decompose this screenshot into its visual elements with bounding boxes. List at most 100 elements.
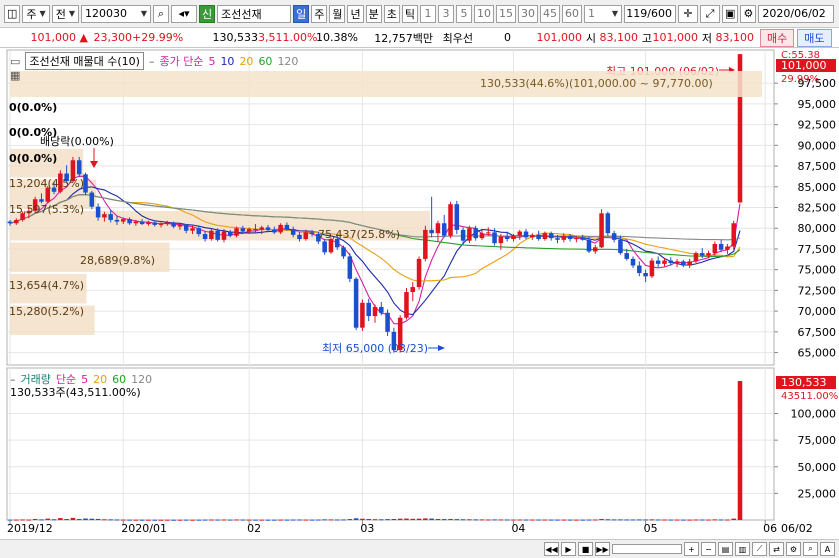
candle-body [548,233,554,239]
volume-bar [523,519,529,521]
search-icon[interactable]: ⌕ [803,542,818,556]
sound-icon[interactable]: ◂▾ [170,4,197,23]
volume-tick-label: 25,000 [798,487,837,500]
scroll-last-icon[interactable]: ▶▶ [595,542,610,556]
candle-body [718,243,724,250]
candle-body [580,238,585,240]
volume-bar [303,519,309,521]
price-legend-name[interactable]: 조선선재 매물대 수(10) [25,52,144,70]
count-select[interactable]: 1 ▼ [583,4,622,23]
volume-bar [196,519,202,521]
bar-chart-icon[interactable]: ▥ [735,542,750,556]
period-tick-button[interactable]: 틱 [401,4,418,23]
chart-kind-select[interactable]: 주 ▼ [22,4,50,23]
candle-body [114,219,120,222]
legend-remove-icon[interactable]: – [149,55,155,68]
volume-bar [316,519,321,521]
minute-step-60[interactable]: 60 [561,4,582,23]
search-icon[interactable]: ⌕ [152,4,169,23]
chevron-down-icon: ▼ [140,9,147,18]
period-month-button[interactable]: 월 [329,4,346,23]
date-input[interactable]: 2020/06/02 [758,4,835,23]
candle-body [347,256,353,279]
candle-body [121,219,126,222]
volume-bar [146,519,151,521]
stock-chart[interactable]: 97,50095,00092,50090,00087,50085,00082,5… [0,49,839,539]
buy-button[interactable]: 매수 [760,28,795,47]
chart-type-icon[interactable]: ◫ [4,4,21,23]
pct-tag: 29.99% [781,74,819,85]
candle-body [246,229,252,232]
vp-label: 0(0.0%) [9,101,57,114]
period-year-button[interactable]: 년 [347,4,364,23]
period-minute-button[interactable]: 분 [365,4,382,23]
candle-body [630,258,636,266]
candle-body [460,229,466,241]
candle-body [561,235,567,240]
price-tick-label: 72,500 [798,284,837,297]
volume-bar [284,519,290,521]
period-day-button[interactable]: 일 [293,4,310,23]
minute-step-45[interactable]: 45 [539,4,560,23]
volume-bar [467,519,472,521]
volume-bar [479,519,485,521]
scroll-first-icon[interactable]: ◀◀ [544,542,559,556]
x-axis-right-label: 06/02 [781,522,813,535]
period-week-button[interactable]: 주 [311,4,328,23]
volume-bar [536,519,541,521]
volume-bar [45,518,51,520]
grid-icon[interactable]: ▦ [10,69,20,82]
zoom-out-icon[interactable]: − [701,542,716,556]
low-annotation: 최저 65,000 (03/23) [322,342,428,355]
volume-bar [209,519,214,521]
change-pct: +29.99% [132,31,184,44]
minute-step-30[interactable]: 30 [517,4,538,23]
zoom-in-icon[interactable]: + [684,542,699,556]
candle-body [511,235,516,239]
crosshair-icon[interactable]: ✛ [677,4,698,23]
scroll-next-icon[interactable]: ▶ [561,542,576,556]
text-icon[interactable]: A [820,542,835,556]
minute-step-3[interactable]: 3 [437,4,454,23]
trade-amount: 12,757백만 [374,31,433,45]
minute-step-15[interactable]: 15 [495,4,516,23]
compare-icon[interactable]: ⇄ [769,542,784,556]
date-tick-label: 02 [247,522,261,535]
save-icon[interactable]: ▣ [721,4,739,23]
gear-icon[interactable]: ⚙ [740,4,757,23]
stop-icon[interactable]: ■ [578,542,593,556]
grid-toggle[interactable]: ▦ [10,69,20,82]
minute-step-10[interactable]: 10 [473,4,494,23]
volume-bar [725,519,730,521]
zoom-slider[interactable] [612,544,682,554]
candle-body [360,302,365,328]
layout-icon[interactable]: ▤ [718,542,733,556]
volume-bar [492,519,497,521]
line-icon[interactable]: ⟋ [752,542,767,556]
ma-period-20: 20 [239,54,254,68]
volume-bar [548,519,554,521]
volume-bar [127,519,132,521]
panel-icon[interactable]: ▭ [10,55,20,68]
stock-name-field[interactable]: 조선선재 [217,4,292,23]
period-second-button[interactable]: 초 [383,4,400,23]
candle-body [454,204,460,230]
priority-qty: 0 [504,31,511,44]
stock-code-input[interactable]: 120030 ▼ [80,4,151,23]
vp-label: 13,204(4.5%) [9,177,84,190]
sell-button[interactable]: 매도 [797,28,832,47]
high-label: 고 [641,31,652,45]
vp-label: 15,597(5.3%) [9,203,84,216]
volume-panel-icon[interactable]: – [10,373,16,386]
settings-icon[interactable]: ⚙ [786,542,801,556]
candle-body [435,223,441,234]
market-select[interactable]: 전 ▼ [51,4,79,23]
minute-step-5[interactable]: 5 [455,4,472,23]
priority-label: 최우선 [442,31,473,45]
draw-tool-icon[interactable]: ⤢ [699,4,720,23]
chart-area[interactable]: 97,500 95,000 92,500 90,000 87,500 85,000 82,5… [0,49,839,539]
volume-bar [70,517,76,520]
volume-bar [517,519,523,521]
minute-step-1[interactable]: 1 [419,4,436,23]
open-label: 시 [585,31,596,45]
